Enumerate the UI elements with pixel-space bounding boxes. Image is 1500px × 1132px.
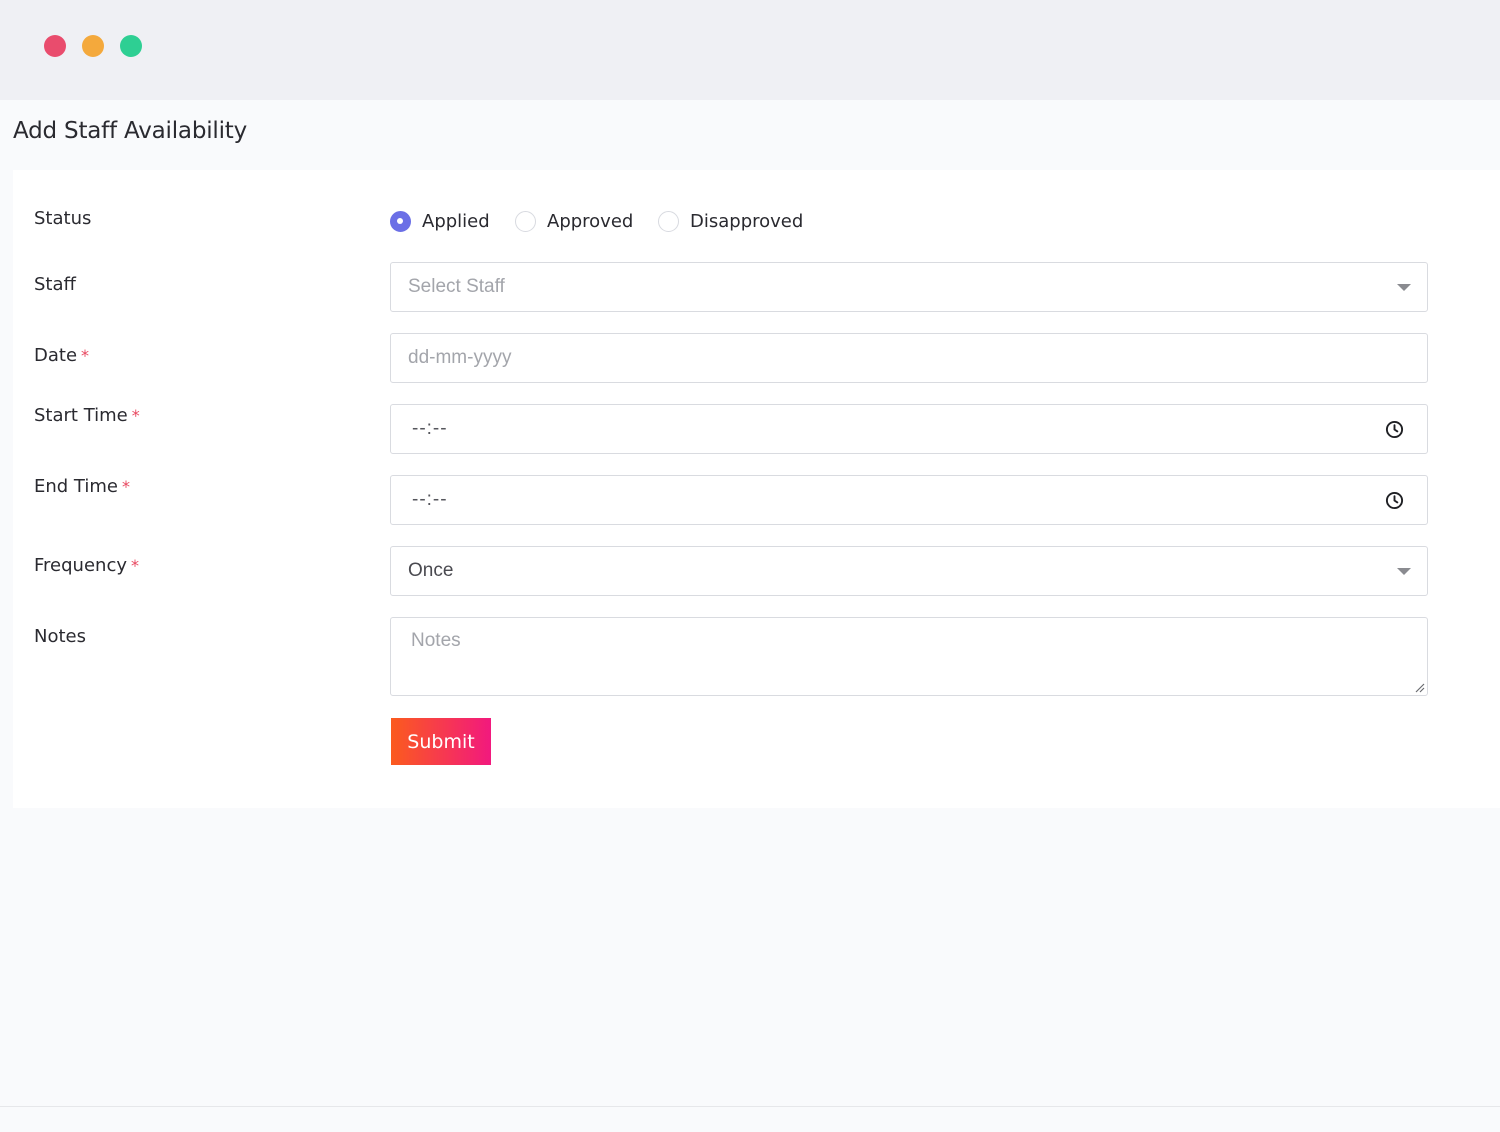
clock-icon[interactable] xyxy=(1385,420,1404,439)
radio-unchecked-icon xyxy=(658,210,679,232)
date-input-placeholder: dd-mm-yyyy xyxy=(408,347,512,368)
end-time-label: End Time * xyxy=(34,476,130,497)
submit-button[interactable]: Submit xyxy=(391,718,491,765)
status-label: Status xyxy=(34,208,92,229)
chevron-down-icon xyxy=(1397,284,1411,291)
resize-handle-icon[interactable] xyxy=(1414,682,1425,693)
start-time-input[interactable]: --:-- xyxy=(390,404,1428,454)
end-time-value: --:-- xyxy=(412,489,448,510)
required-asterisk: * xyxy=(121,477,130,496)
maximize-window-dot[interactable] xyxy=(120,35,142,57)
status-radio-disapproved[interactable]: Disapproved xyxy=(658,208,803,234)
date-label: Date * xyxy=(34,345,89,366)
required-asterisk: * xyxy=(131,406,140,425)
start-time-label: Start Time * xyxy=(34,405,140,426)
frequency-select-value: Once xyxy=(408,560,454,581)
notes-textarea[interactable]: Notes xyxy=(390,617,1428,696)
end-time-input[interactable]: --:-- xyxy=(390,475,1428,525)
status-radio-applied[interactable]: Applied xyxy=(390,208,490,234)
notes-label: Notes xyxy=(34,626,86,647)
required-asterisk: * xyxy=(131,556,139,575)
radio-label-disapproved: Disapproved xyxy=(690,210,804,232)
date-input[interactable]: dd-mm-yyyy xyxy=(390,333,1428,383)
staff-select-placeholder: Select Staff xyxy=(408,276,505,297)
radio-label-applied: Applied xyxy=(422,210,490,232)
clock-icon[interactable] xyxy=(1385,491,1404,510)
staff-select[interactable]: Select Staff xyxy=(390,262,1428,312)
staff-label: Staff xyxy=(34,274,76,295)
start-time-value: --:-- xyxy=(412,418,448,439)
close-window-dot[interactable] xyxy=(44,35,66,57)
radio-unchecked-icon xyxy=(515,210,536,232)
end-time-label-text: End Time xyxy=(34,476,118,497)
divider xyxy=(0,1106,1500,1107)
required-asterisk: * xyxy=(81,346,90,365)
minimize-window-dot[interactable] xyxy=(82,35,104,57)
status-radio-approved[interactable]: Approved xyxy=(515,208,633,234)
start-time-label-text: Start Time xyxy=(34,405,128,426)
frequency-label-text: Frequency xyxy=(34,555,127,576)
window-title-bar xyxy=(0,0,1500,100)
radio-label-approved: Approved xyxy=(547,210,634,232)
chevron-down-icon xyxy=(1397,568,1411,575)
frequency-label: Frequency * xyxy=(34,555,139,576)
radio-checked-icon xyxy=(390,210,411,232)
page-title: Add Staff Availability xyxy=(13,118,248,144)
date-label-text: Date xyxy=(34,345,78,366)
frequency-select[interactable]: Once xyxy=(390,546,1428,596)
notes-placeholder: Notes xyxy=(411,630,461,651)
